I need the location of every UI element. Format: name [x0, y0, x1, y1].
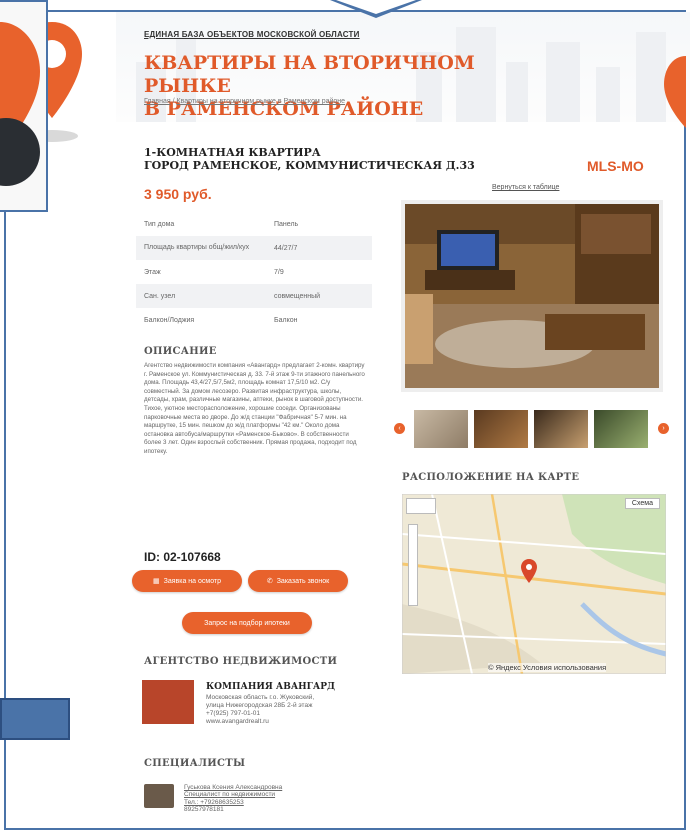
- agency-logo: [142, 680, 194, 724]
- agency-heading: АГЕНТСТВО НЕДВИЖИМОСТИ: [144, 656, 338, 667]
- thumbnail[interactable]: [474, 410, 528, 448]
- param-label: Площадь квартиры общ/жил/кух: [136, 236, 266, 260]
- property-title-type: 1-КОМНАТНАЯ КВАРТИРА: [144, 146, 321, 159]
- agency-phone: +7(925) 797-01-01: [206, 710, 261, 717]
- agency-address-line-2: улица Нижегородская 28Б 2-й этаж: [206, 702, 313, 709]
- agency-contacts: Московская область г.о. Жуковский, улица…: [206, 694, 366, 726]
- photo-thumbnails: ‹ ›: [394, 408, 674, 450]
- property-price: 3 950 руб.: [144, 186, 212, 202]
- param-value: совмещенный: [266, 284, 372, 308]
- param-value: Панель: [274, 220, 299, 228]
- map-tools[interactable]: [406, 498, 436, 514]
- map-tiles: [402, 494, 666, 674]
- left-blue-block: [0, 698, 70, 740]
- map-heading: РАСПОЛОЖЕНИЕ НА КАРТЕ: [402, 472, 580, 483]
- table-row: Площадь квартиры общ/жил/кух 44/27/7: [136, 236, 372, 260]
- mortgage-request-label: Запрос на подбор ипотеки: [204, 619, 290, 627]
- table-row: Балкон/Лоджия Балкон: [136, 308, 372, 332]
- map-type-selector[interactable]: Схема: [624, 498, 660, 509]
- map-marker-icon[interactable]: [520, 558, 538, 584]
- location-map[interactable]: Схема © Яндекс Условия использования: [402, 494, 666, 674]
- description-heading: ОПИСАНИЕ: [144, 346, 217, 357]
- thumbnail[interactable]: [534, 410, 588, 448]
- param-value: 44/27/7: [266, 236, 372, 260]
- param-value: 7/9: [274, 268, 284, 276]
- location-pin-icon: [0, 22, 40, 186]
- listing-id: ID: 02-107668: [144, 550, 221, 564]
- param-label: Балкон/Лоджия: [144, 316, 195, 324]
- description-text: Агентство недвижимости компания «Авангар…: [144, 362, 365, 455]
- property-title-address: ГОРОД РАМЕНСКОЕ, КОММУНИСТИЧЕСКАЯ Д.33: [144, 159, 475, 172]
- main-photo[interactable]: [401, 200, 663, 392]
- breadcrumb-home-link[interactable]: Главная: [144, 98, 171, 105]
- agency-name: КОМПАНИЯ АВАНГАРД: [206, 682, 335, 692]
- specialist-role: Специалист по недвижимости: [184, 791, 276, 799]
- left-panel: [0, 0, 48, 212]
- mls-logo: MLS-MO: [587, 158, 644, 174]
- avatar: [144, 784, 174, 808]
- site-tagline[interactable]: ЕДИНАЯ БАЗА ОБЪЕКТОВ МОСКОВСКОЙ ОБЛАСТИ: [144, 30, 360, 39]
- table-row: Этаж 7/9: [136, 260, 372, 284]
- table-row: Тип дома Панель: [136, 212, 372, 236]
- param-value: Балкон: [274, 316, 298, 324]
- param-label: Тип дома: [144, 220, 175, 228]
- breadcrumb-current-link[interactable]: Квартиры на вторичном рынке в Раменском …: [177, 98, 346, 105]
- thumbnail[interactable]: [414, 410, 468, 448]
- viewing-request-label: Заявка на осмотр: [163, 577, 222, 585]
- property-params-table: Тип дома Панель Площадь квартиры общ/жил/…: [136, 212, 372, 332]
- top-pointer-arrow: [330, 0, 422, 18]
- agency-website[interactable]: www.avangardrealt.ru: [206, 718, 366, 726]
- map-copyright[interactable]: © Яндекс Условия использования: [488, 663, 607, 672]
- back-to-table-link[interactable]: Вернуться к таблице: [492, 184, 559, 191]
- calendar-icon: ▦: [152, 578, 160, 585]
- param-label: Этаж: [144, 268, 161, 276]
- phone-icon: ✆: [266, 578, 273, 585]
- chevron-left-icon[interactable]: ‹: [394, 423, 405, 434]
- page-title: КВАРТИРЫ НА ВТОРИЧНОМ РЫНКЕ В РАМЕНСКОМ …: [144, 52, 524, 121]
- agency-address-line-1: Московская область г.о. Жуковский,: [206, 694, 315, 701]
- breadcrumb: Главная / Квартиры на вторичном рынке в …: [144, 98, 345, 105]
- mortgage-request-button[interactable]: Запрос на подбор ипотеки: [182, 612, 312, 634]
- thumbnail[interactable]: [594, 410, 648, 448]
- specialists-heading: СПЕЦИАЛИСТЫ: [144, 758, 246, 769]
- specialist-phone: Тел.: +79268635253: [184, 798, 244, 806]
- viewing-request-button[interactable]: ▦ Заявка на осмотр: [132, 570, 242, 592]
- callback-request-button[interactable]: ✆ Заказать звонок: [248, 570, 348, 592]
- specialist-name-link[interactable]: Гуськова Ксения Александровна: [184, 784, 282, 791]
- page-title-line-1: КВАРТИРЫ НА ВТОРИЧНОМ РЫНКЕ: [144, 52, 475, 97]
- location-pin-icon: [664, 56, 686, 128]
- specialist-phone-2: 89257978181: [184, 806, 224, 814]
- apartment-photo-image: [405, 204, 659, 388]
- specialist-info: Гуськова Ксения Александровна Специалист…: [184, 784, 282, 814]
- param-label: Сан. узел: [136, 284, 266, 308]
- table-row: Сан. узел совмещенный: [136, 284, 372, 308]
- chevron-right-icon[interactable]: ›: [658, 423, 669, 434]
- property-title: 1-КОМНАТНАЯ КВАРТИРА ГОРОД РАМЕНСКОЕ, КО…: [144, 146, 475, 172]
- map-zoom-slider[interactable]: [408, 524, 418, 606]
- callback-request-label: Заказать звонок: [276, 577, 330, 585]
- page-frame: ЕДИНАЯ БАЗА ОБЪЕКТОВ МОСКОВСКОЙ ОБЛАСТИ …: [4, 10, 690, 830]
